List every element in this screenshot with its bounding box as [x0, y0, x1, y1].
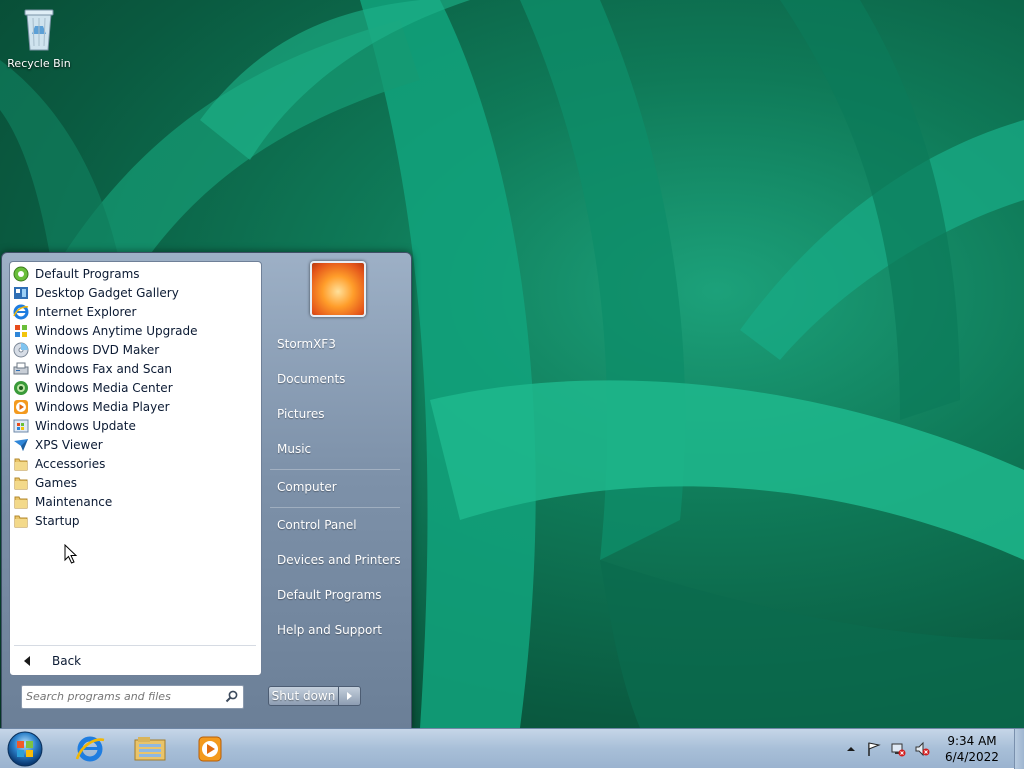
- right-item-devices-and-printers[interactable]: Devices and Printers: [270, 545, 406, 575]
- right-item-help-and-support[interactable]: Help and Support: [270, 615, 406, 645]
- all-programs-list: Default Programs Desktop Gadget Gallery …: [9, 261, 262, 676]
- recycle-bin-label: Recycle Bin: [7, 57, 71, 70]
- media-player-icon: [14, 399, 28, 414]
- right-item-default-programs[interactable]: Default Programs: [270, 580, 406, 610]
- internet-explorer-icon: [13, 304, 29, 319]
- xps-viewer-icon: [14, 438, 28, 451]
- program-xps-viewer[interactable]: XPS Viewer: [13, 435, 257, 454]
- right-item-music[interactable]: Music: [270, 434, 406, 464]
- back-separator: [14, 645, 256, 646]
- program-desktop-gadget-gallery[interactable]: Desktop Gadget Gallery: [13, 283, 257, 302]
- network-icon[interactable]: [890, 741, 906, 757]
- taskbar-windows-explorer[interactable]: [132, 732, 168, 766]
- recycle-bin-icon: [24, 9, 54, 51]
- anytime-upgrade-icon: [15, 324, 27, 337]
- right-item-label: Pictures: [277, 407, 325, 421]
- start-button[interactable]: [5, 730, 45, 768]
- program-label: Desktop Gadget Gallery: [35, 285, 179, 300]
- default-programs-icon: [13, 266, 29, 281]
- folder-icon: [14, 515, 28, 527]
- internet-explorer-icon: [75, 736, 105, 762]
- program-windows-fax-and-scan[interactable]: Windows Fax and Scan: [13, 359, 257, 378]
- program-label: Windows Update: [35, 418, 136, 433]
- volume-muted-icon[interactable]: [914, 741, 930, 757]
- folder-icon: [14, 458, 28, 470]
- media-player-icon: [198, 736, 222, 762]
- shutdown-options-button[interactable]: [339, 686, 361, 706]
- program-label: Windows Fax and Scan: [35, 361, 173, 376]
- media-center-icon: [14, 380, 28, 395]
- program-label: Internet Explorer: [35, 304, 137, 319]
- program-windows-media-center[interactable]: Windows Media Center: [13, 378, 257, 397]
- right-item-computer[interactable]: Computer: [270, 472, 406, 502]
- program-windows-anytime-upgrade[interactable]: Windows Anytime Upgrade: [13, 321, 257, 340]
- show-desktop-button[interactable]: [1014, 729, 1024, 769]
- taskbar: 9:34 AM 6/4/2022: [0, 728, 1024, 769]
- user-picture[interactable]: [310, 261, 366, 317]
- folder-library-icon: [134, 737, 166, 761]
- folder-maintenance[interactable]: Maintenance: [13, 492, 257, 511]
- windows-update-icon: [13, 419, 29, 432]
- clock-time: 9:34 AM: [947, 734, 997, 748]
- right-item-label: Computer: [277, 480, 337, 494]
- right-item-label: Default Programs: [277, 588, 382, 602]
- search-icon[interactable]: [225, 690, 238, 703]
- folder-startup[interactable]: Startup: [13, 511, 257, 530]
- program-windows-update[interactable]: Windows Update: [13, 416, 257, 435]
- right-item-label: Documents: [277, 372, 346, 386]
- program-label: XPS Viewer: [35, 437, 103, 452]
- right-item-label: Control Panel: [277, 518, 357, 532]
- program-label: Maintenance: [35, 494, 113, 509]
- back-label: Back: [52, 654, 82, 668]
- taskbar-clock[interactable]: 9:34 AM 6/4/2022: [936, 733, 1008, 765]
- mouse-cursor-icon: [64, 544, 78, 564]
- back-button[interactable]: Back: [14, 651, 258, 671]
- program-default-programs[interactable]: Default Programs: [13, 264, 257, 283]
- action-center-flag-icon[interactable]: [866, 741, 882, 757]
- fax-scan-icon: [13, 362, 29, 374]
- dvd-maker-icon: [13, 342, 29, 357]
- right-item-label: Devices and Printers: [277, 553, 401, 567]
- folder-games[interactable]: Games: [13, 473, 257, 492]
- program-internet-explorer[interactable]: Internet Explorer: [13, 302, 257, 321]
- shutdown-label: Shut down: [271, 689, 336, 703]
- program-label: Accessories: [35, 456, 106, 471]
- search-box[interactable]: [21, 685, 244, 709]
- search-input[interactable]: [26, 688, 216, 704]
- program-label: Default Programs: [35, 266, 140, 281]
- right-item-label: Help and Support: [277, 623, 382, 637]
- shutdown-group: Shut down: [268, 686, 361, 706]
- folder-icon: [14, 477, 28, 489]
- desktop-icon-recycle-bin[interactable]: Recycle Bin: [4, 6, 74, 70]
- program-label: Windows Anytime Upgrade: [35, 323, 198, 338]
- program-windows-media-player[interactable]: Windows Media Player: [13, 397, 257, 416]
- taskbar-internet-explorer[interactable]: [72, 732, 108, 766]
- start-menu: Default Programs Desktop Gadget Gallery …: [1, 252, 412, 730]
- right-item-label: StormXF3: [277, 337, 336, 351]
- program-label: Windows Media Player: [35, 399, 170, 414]
- clock-date: 6/4/2022: [945, 750, 999, 764]
- folder-icon: [14, 496, 28, 508]
- program-label: Startup: [35, 513, 80, 528]
- right-item-label: Music: [277, 442, 312, 456]
- program-windows-dvd-maker[interactable]: Windows DVD Maker: [13, 340, 257, 359]
- right-separator: [270, 507, 400, 508]
- program-label: Windows Media Center: [35, 380, 173, 395]
- folder-accessories[interactable]: Accessories: [13, 454, 257, 473]
- right-item-documents[interactable]: Documents: [270, 364, 406, 394]
- right-item-pictures[interactable]: Pictures: [270, 399, 406, 429]
- right-separator: [270, 469, 400, 470]
- chevron-right-icon: [347, 692, 352, 700]
- shutdown-button[interactable]: Shut down: [268, 686, 339, 706]
- back-arrow-icon: [24, 656, 30, 666]
- show-hidden-icons-icon[interactable]: [843, 741, 859, 757]
- program-label: Games: [35, 475, 77, 490]
- right-item-user[interactable]: StormXF3: [270, 329, 406, 359]
- program-label: Windows DVD Maker: [35, 342, 160, 357]
- right-item-control-panel[interactable]: Control Panel: [270, 510, 406, 540]
- taskbar-media-player[interactable]: [192, 732, 228, 766]
- gadget-gallery-icon: [14, 286, 28, 299]
